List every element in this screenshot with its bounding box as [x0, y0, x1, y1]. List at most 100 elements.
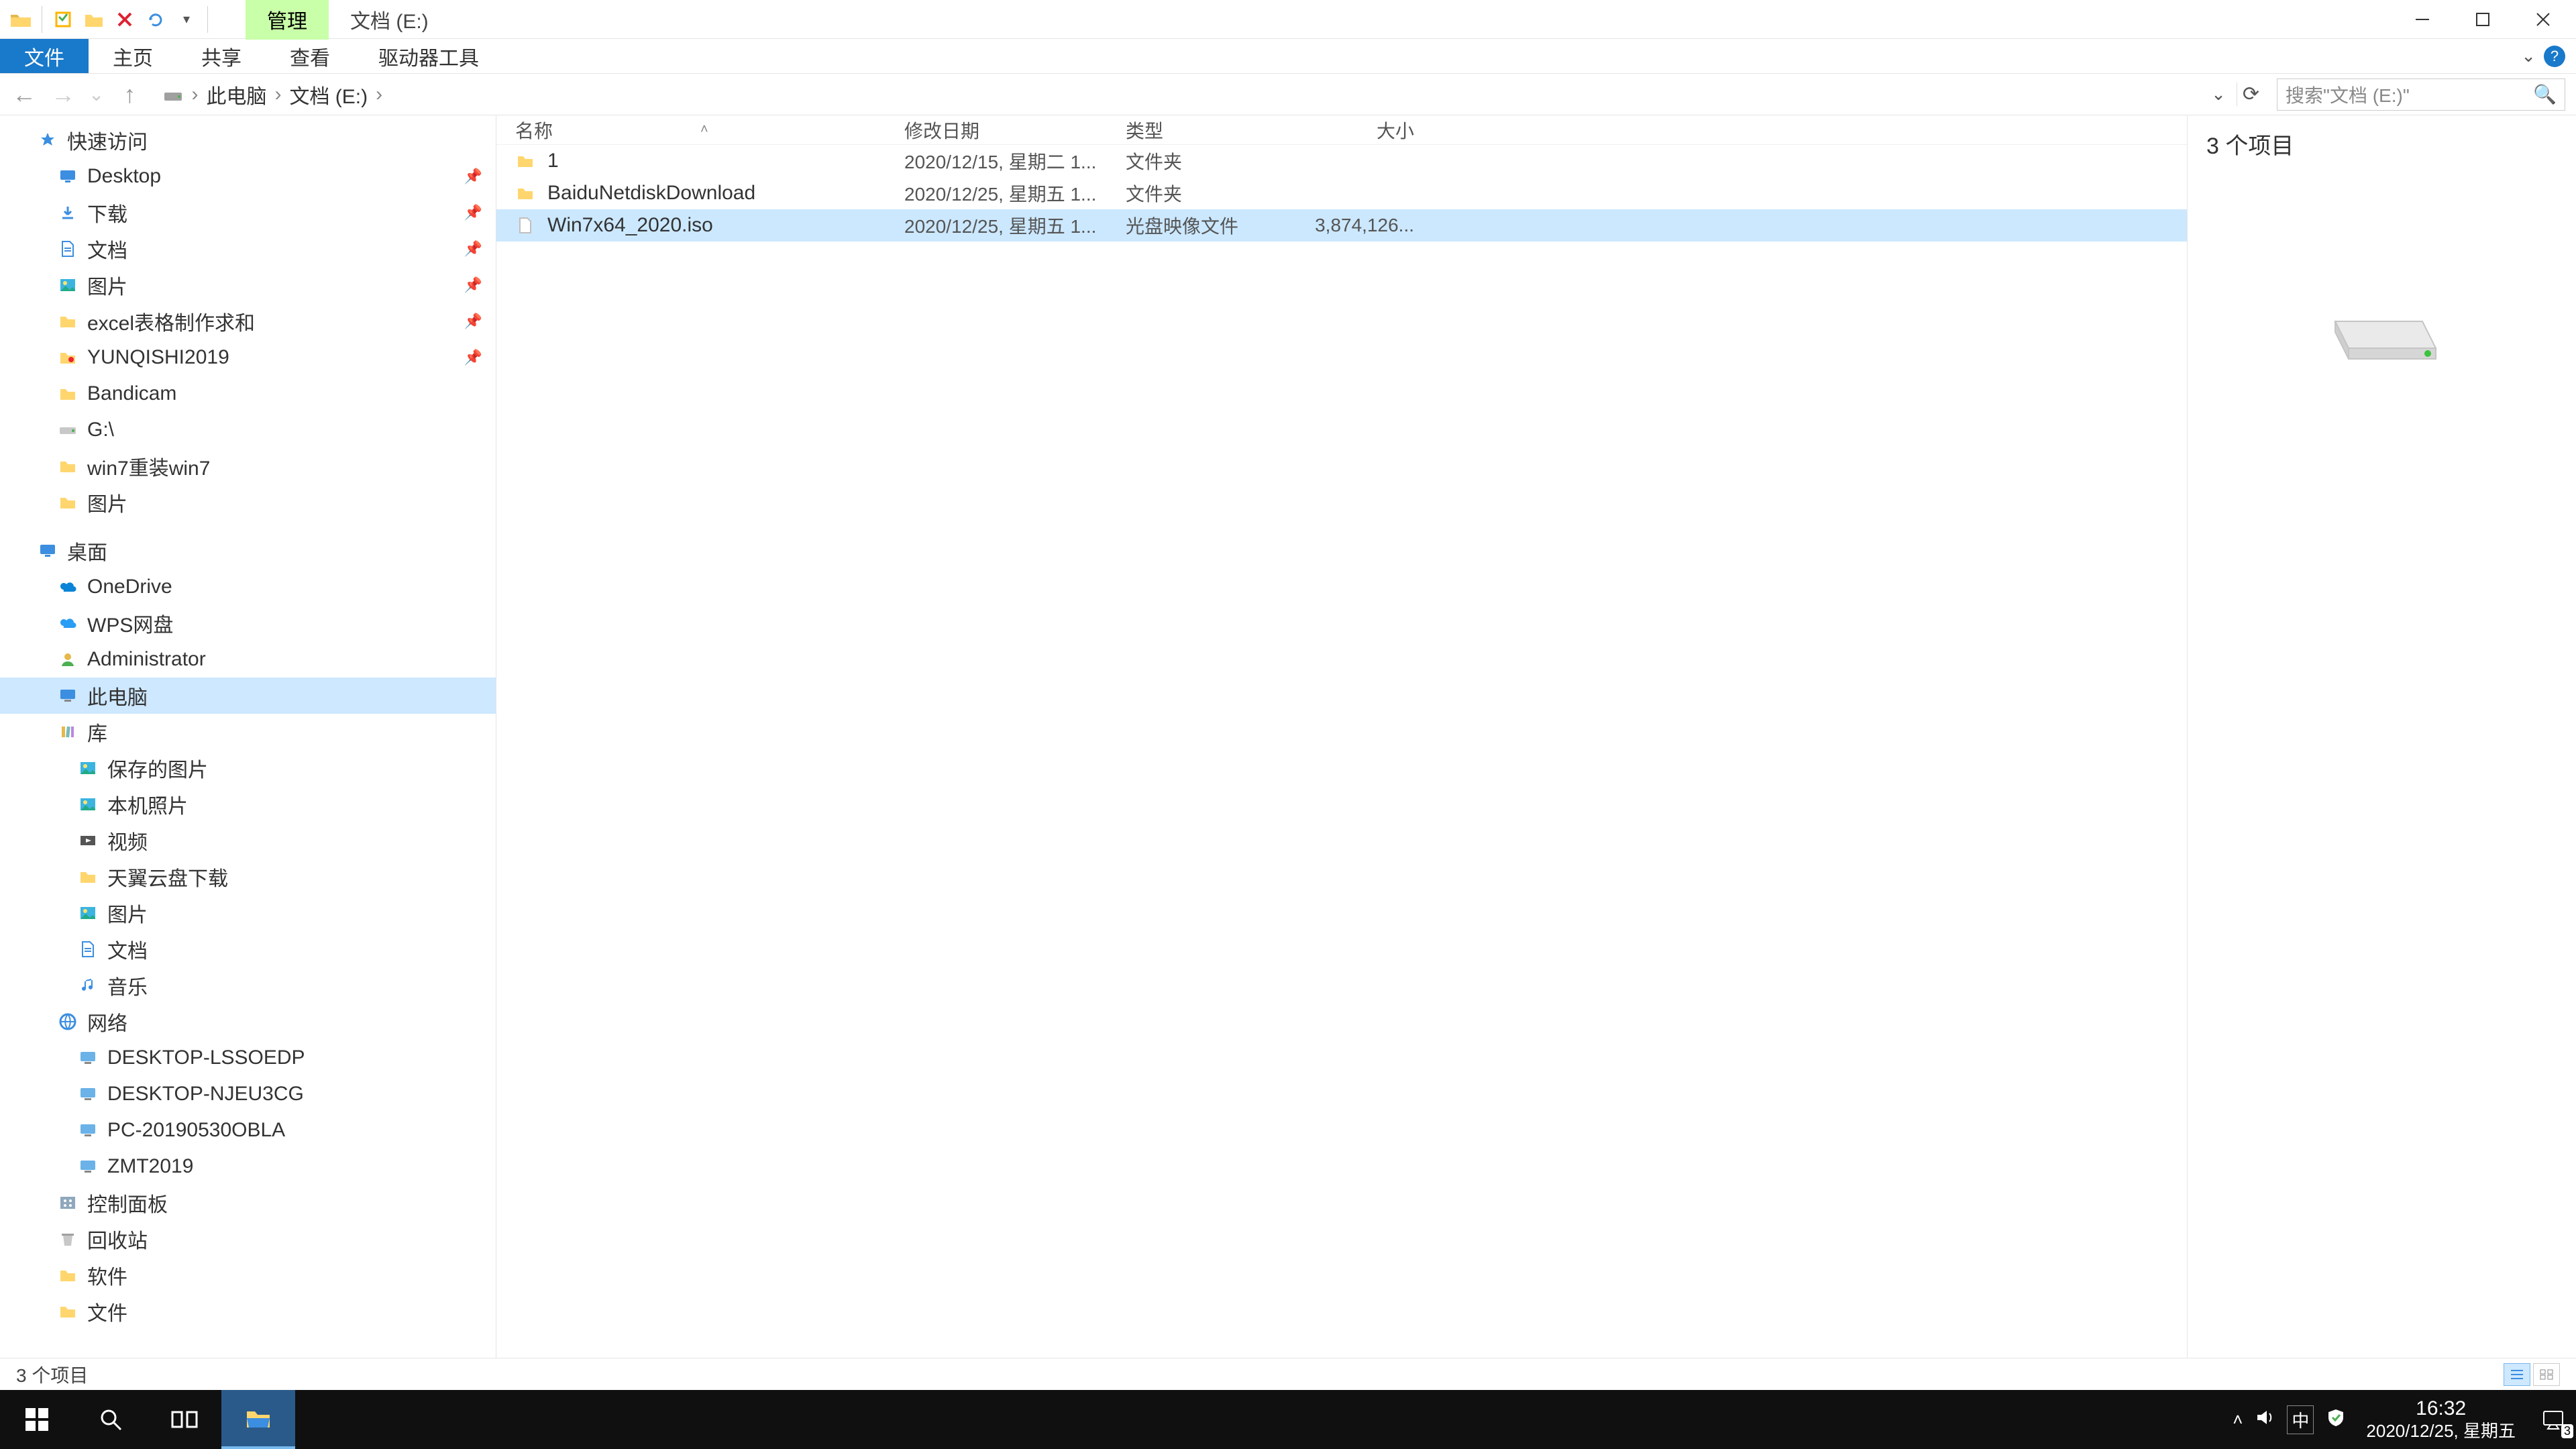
security-icon[interactable] [2326, 1407, 2346, 1432]
tree-extra-item[interactable]: 控制面板 [0, 1185, 496, 1221]
tab-share[interactable]: 共享 [177, 39, 266, 73]
tree-extra-item[interactable]: 文件 [0, 1293, 496, 1330]
pin-icon: 📌 [464, 349, 482, 366]
back-button[interactable]: ← [11, 81, 38, 108]
taskbar-clock[interactable]: 16:32 2020/12/25, 星期五 [2358, 1397, 2524, 1442]
action-center-icon[interactable]: 3 [2536, 1402, 2571, 1437]
tree-quick-item[interactable]: YUNQISHI2019📌 [0, 339, 496, 376]
tree-quick-item[interactable]: Bandicam [0, 376, 496, 412]
tray-overflow-icon[interactable]: ˄ [2233, 1409, 2243, 1430]
tree-library-item[interactable]: 文档 [0, 931, 496, 967]
tree-network-item[interactable]: ZMT2019 [0, 1148, 496, 1185]
file-list[interactable]: 名称˄ 修改日期 类型 大小 12020/12/15, 星期二 1...文件夹B… [496, 115, 2187, 1358]
taskbar-explorer[interactable] [221, 1390, 295, 1449]
netpc-icon [78, 1120, 98, 1140]
file-row[interactable]: BaiduNetdiskDownload2020/12/25, 星期五 1...… [496, 177, 2187, 209]
undo-icon[interactable] [143, 7, 168, 32]
view-large-icons-button[interactable] [2533, 1363, 2560, 1386]
tab-file[interactable]: 文件 [0, 39, 89, 73]
tree-library-item[interactable]: 天翼云盘下载 [0, 859, 496, 895]
history-dropdown-icon[interactable]: ⌄ [89, 83, 104, 105]
tree-library-item[interactable]: 本机照片 [0, 786, 496, 822]
netpc-icon [78, 1084, 98, 1104]
maximize-button[interactable] [2466, 3, 2500, 36]
app-icon[interactable] [8, 7, 34, 32]
column-headers[interactable]: 名称˄ 修改日期 类型 大小 [496, 115, 2187, 145]
qat-dropdown-icon[interactable]: ▾ [174, 7, 199, 32]
nav-tree[interactable]: 快速访问 Desktop📌下载📌文档📌图片📌excel表格制作求和📌YUNQIS… [0, 115, 496, 1358]
tree-label: 视频 [107, 826, 148, 855]
sort-asc-icon: ˄ [700, 122, 708, 138]
tab-home[interactable]: 主页 [89, 39, 177, 73]
tree-quick-item[interactable]: 下载📌 [0, 195, 496, 231]
search-input[interactable]: 搜索"文档 (E:)" 🔍 [2277, 78, 2565, 111]
ime-indicator[interactable]: 中 [2287, 1405, 2314, 1434]
view-details-button[interactable] [2504, 1363, 2530, 1386]
breadcrumb-drive[interactable]: 文档 (E:) [289, 80, 368, 109]
tree-extra-item[interactable]: 软件 [0, 1257, 496, 1293]
chevron-right-icon[interactable]: › [191, 83, 198, 106]
tree-desktop-item[interactable]: WPS网盘 [0, 605, 496, 641]
ribbon-expand-icon[interactable]: ⌄ [2521, 46, 2536, 66]
chevron-right-icon[interactable]: › [274, 83, 281, 106]
tree-desktop-root[interactable]: 桌面 [0, 533, 496, 569]
tree-desktop-item[interactable]: OneDrive [0, 569, 496, 605]
chevron-right-icon[interactable]: › [376, 83, 382, 106]
tree-extra-item[interactable]: 回收站 [0, 1221, 496, 1257]
tree-quick-item[interactable]: 图片 [0, 484, 496, 521]
tree-library-item[interactable]: 音乐 [0, 967, 496, 1004]
new-folder-icon[interactable] [81, 7, 107, 32]
folder-icon [58, 311, 78, 331]
help-icon[interactable]: ? [2544, 46, 2565, 67]
tree-network[interactable]: 网络 [0, 1004, 496, 1040]
breadcrumb-this-pc[interactable]: 此电脑 [206, 80, 266, 109]
close-button[interactable] [2526, 3, 2560, 36]
tree-quick-access[interactable]: 快速访问 [0, 122, 496, 158]
up-button[interactable]: ↑ [116, 81, 143, 108]
volume-icon[interactable] [2255, 1407, 2275, 1432]
tree-network-item[interactable]: PC-20190530OBLA [0, 1112, 496, 1148]
tree-label: 软件 [87, 1260, 127, 1290]
tree-library-item[interactable]: 图片 [0, 895, 496, 931]
minimize-button[interactable] [2406, 3, 2439, 36]
tree-quick-item[interactable]: excel表格制作求和📌 [0, 303, 496, 339]
tree-library-item[interactable]: 视频 [0, 822, 496, 859]
column-name[interactable]: 名称˄ [515, 117, 904, 144]
tree-desktop-item[interactable]: 此电脑 [0, 678, 496, 714]
tree-quick-item[interactable]: 图片📌 [0, 267, 496, 303]
tab-drive-tools[interactable]: 驱动器工具 [354, 39, 503, 73]
thispc-icon [58, 686, 78, 706]
tree-quick-item[interactable]: G:\ [0, 412, 496, 448]
file-row[interactable]: Win7x64_2020.iso2020/12/25, 星期五 1...光盘映像… [496, 209, 2187, 241]
tree-quick-item[interactable]: win7重装win7 [0, 448, 496, 484]
tree-quick-item[interactable]: Desktop📌 [0, 158, 496, 195]
file-name: Win7x64_2020.iso [547, 214, 904, 237]
tab-view[interactable]: 查看 [266, 39, 354, 73]
search-icon[interactable]: 🔍 [2533, 83, 2557, 105]
tree-network-item[interactable]: DESKTOP-NJEU3CG [0, 1076, 496, 1112]
start-button[interactable] [0, 1390, 74, 1449]
tree-desktop-item[interactable]: 库 [0, 714, 496, 750]
taskbar[interactable]: ˄ 中 16:32 2020/12/25, 星期五 3 [0, 1390, 2576, 1449]
address-history-icon[interactable]: ⌄ [2206, 84, 2231, 105]
tree-label: 文档 [107, 934, 148, 964]
task-view-button[interactable] [148, 1390, 221, 1449]
tree-label: 保存的图片 [107, 753, 208, 783]
forward-button[interactable]: → [50, 81, 76, 108]
properties-icon[interactable] [50, 7, 76, 32]
tree-library-item[interactable]: 保存的图片 [0, 750, 496, 786]
search-button[interactable] [74, 1390, 148, 1449]
tree-desktop-item[interactable]: Administrator [0, 641, 496, 678]
file-row[interactable]: 12020/12/15, 星期二 1...文件夹 [496, 145, 2187, 177]
column-type[interactable]: 类型 [1126, 117, 1307, 144]
breadcrumb[interactable]: › 此电脑 › 文档 (E:) › [155, 80, 2194, 109]
tree-quick-item[interactable]: 文档📌 [0, 231, 496, 267]
column-size[interactable]: 大小 [1307, 117, 1414, 144]
delete-icon[interactable] [112, 7, 138, 32]
refresh-button[interactable]: ⟳ [2237, 83, 2265, 106]
window-title-location: 文档 (E:) [329, 0, 450, 40]
column-date[interactable]: 修改日期 [904, 117, 1126, 144]
system-tray[interactable]: ˄ 中 16:32 2020/12/25, 星期五 3 [2233, 1397, 2576, 1442]
tree-network-item[interactable]: DESKTOP-LSSOEDP [0, 1040, 496, 1076]
file-type: 光盘映像文件 [1126, 212, 1307, 239]
